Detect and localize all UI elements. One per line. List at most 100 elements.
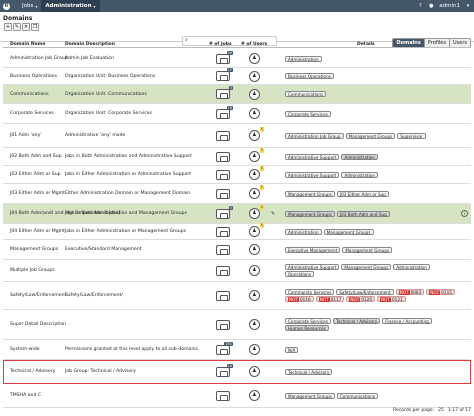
jobs-button[interactable] [216,290,230,301]
details-list: Technical / Advisory [285,368,455,375]
table-row[interactable]: J01 Adm 'any' Administrative 'any' mode ♟ 1… [3,124,471,148]
col-domain-description[interactable]: Domain Description [65,42,115,47]
domain-name[interactable]: Management Groups [10,247,58,252]
table-row[interactable]: J03 Either Adm or Mgmt Either Administrat… [3,184,471,204]
users-button[interactable]: ♟ 1 [249,127,264,141]
table-row[interactable]: J04 Either Adm or Mgmt Jobs in Either Adm… [3,223,471,240]
domain-name[interactable]: J04 Either Adm or Mgmt [10,229,65,234]
table-row[interactable]: Corporate Services Organization Unit: Cor… [3,104,471,124]
domain-tag-label: Administration [344,172,376,178]
username[interactable]: admin1 [439,3,460,9]
table-row[interactable]: J02 Both Adm and Sup Jobs in Both Adminis… [3,148,471,166]
col-users[interactable]: # of Users [241,42,267,47]
details-list: Corporate Services Technical / Advisory Fi… [285,318,455,331]
domain-tag-label: N/A [288,347,296,353]
table-row[interactable]: Business Operations Organization Unit: Bu… [3,68,471,85]
users-button[interactable]: ♟ [249,108,260,119]
jobs-button[interactable]: 191 [216,341,233,355]
users-button[interactable]: ♟ [249,319,260,330]
domain-name[interactable]: J03 Either Adm or Sup [10,172,61,177]
delete-icon[interactable]: ✕ [22,23,30,31]
table-row[interactable]: Technical / Advisory Job Group: Technical… [3,360,471,384]
domain-name[interactable]: J03 Either Adm or Mgmt [10,191,65,196]
table-row[interactable]: Super Detail Description ♟ Corporate Servi… [3,310,471,340]
info-icon[interactable]: i [461,210,468,217]
domain-tag-label: Administrative Support [288,172,337,178]
users-button[interactable]: ♟ [249,244,260,255]
domain-name[interactable]: J01 Adm 'any' [10,133,42,138]
users-button[interactable]: ♟ 1 [249,185,264,199]
domain-tag-label: 0115 [441,290,452,295]
help-icon[interactable]: ? [417,3,423,9]
domain-name[interactable]: Corporate Services [10,111,54,116]
table-row[interactable]: Administration Job Group Admin Job Evalua… [3,50,471,68]
table-row[interactable]: Communications Organization Unit: Communi… [3,85,471,104]
jobs-button[interactable] [216,265,230,276]
domain-tag: Executive Management [285,246,341,253]
users-button[interactable]: ♟ [249,344,260,355]
users-button[interactable]: ♟ 1 [249,223,264,237]
jobs-button[interactable] [216,151,230,162]
menu-jobs[interactable]: Jobs ▾ [18,0,41,12]
jobs-button[interactable]: 24 [216,363,233,377]
jobs-button[interactable] [216,319,230,330]
chevron-down-icon[interactable]: ▾ [465,3,471,9]
domain-name[interactable]: Safety/Law/Enforcement [10,293,66,298]
users-button[interactable]: ♟ [249,265,260,276]
jobs-button[interactable] [216,244,230,255]
domain-tag-label: 0063 [410,290,422,295]
jobs-button[interactable]: 16 [216,105,233,119]
domain-tag: Management Groups [342,246,393,253]
jobs-button[interactable] [216,390,230,401]
jobs-button[interactable]: 3 [216,86,233,99]
users-button[interactable]: ♟ 1 [249,148,264,162]
domain-name[interactable]: System-wide [10,347,40,352]
jobs-button[interactable]: 29 [216,50,233,64]
jobs-button[interactable] [216,130,230,141]
edit-icon[interactable]: ✎ [13,23,21,31]
domain-tag-label: Supervisor [400,133,423,139]
per-page-select[interactable]: 25 [438,408,444,413]
table-row[interactable]: TMSHA and C ♟ Management Groups Communicati… [3,384,471,408]
users-button[interactable]: ♟ [249,53,260,64]
table-row[interactable]: System-wide Permissions granted at this l… [3,340,471,360]
not-badge: NOT [349,297,361,302]
table-row[interactable]: Management Groups Executive/Standard Mana… [3,240,471,260]
copy-icon[interactable]: ❐ [31,23,39,31]
domain-name[interactable]: Multiple Job Groups [10,268,55,273]
domain-name[interactable]: Administration Job Group [10,56,68,61]
menu-administration[interactable]: Administration ▾ [41,0,100,12]
table-row[interactable]: Safety/Law/Enforcement Safety/Law/Enforce… [3,282,471,310]
domain-tag: NOT 0115 [426,289,455,295]
domain-name[interactable]: J02 Both Adm and Sup [10,154,62,159]
table-row[interactable]: J03 Either Adm or Sup Jobs in Either Admi… [3,166,471,184]
users-button[interactable]: ♟ [249,290,260,301]
domain-name[interactable]: TMSHA and C [10,393,41,398]
domain-tag-label: 0120 [361,297,373,302]
jobs-button[interactable]: 27 [216,68,233,81]
domain-description: Organization Unit: Corporate Services [65,111,152,116]
users-button[interactable]: ♟ 1 [249,205,264,219]
table-row[interactable]: J04 Both Adm(and) and Mgt [Impossible: 0… [3,204,471,224]
edit-icon[interactable]: ✎ [271,211,275,217]
users-button[interactable]: ♟ [249,70,260,82]
table-row[interactable]: Multiple Job Groups ♟ Administrative Suppo… [3,260,471,282]
domain-name[interactable]: Technical / Advisory [10,369,55,374]
jobs-button[interactable]: 0 [216,205,233,219]
col-domain-name[interactable]: Domain Name [10,42,45,47]
domain-tag: Operations [285,271,315,277]
users-button[interactable]: ♟ [249,88,260,100]
users-button[interactable]: ♟ 1 [249,166,264,180]
add-icon[interactable]: + [4,23,12,31]
users-button[interactable]: ♟ [249,390,260,401]
domain-name[interactable]: Business Operations [10,74,57,79]
col-jobs[interactable]: # of Jobs [209,42,232,47]
domain-name[interactable]: Communications [10,92,49,97]
domain-name[interactable]: Super Detail Description [10,322,66,327]
domain-tag: Administrative Support [285,153,340,160]
jobs-button[interactable] [216,169,230,180]
jobs-button[interactable] [216,188,230,199]
jobs-button[interactable] [216,226,230,237]
domain-tag-label: J03 Both Adm and Sup [339,211,387,217]
users-button[interactable]: ♟ [249,366,260,377]
